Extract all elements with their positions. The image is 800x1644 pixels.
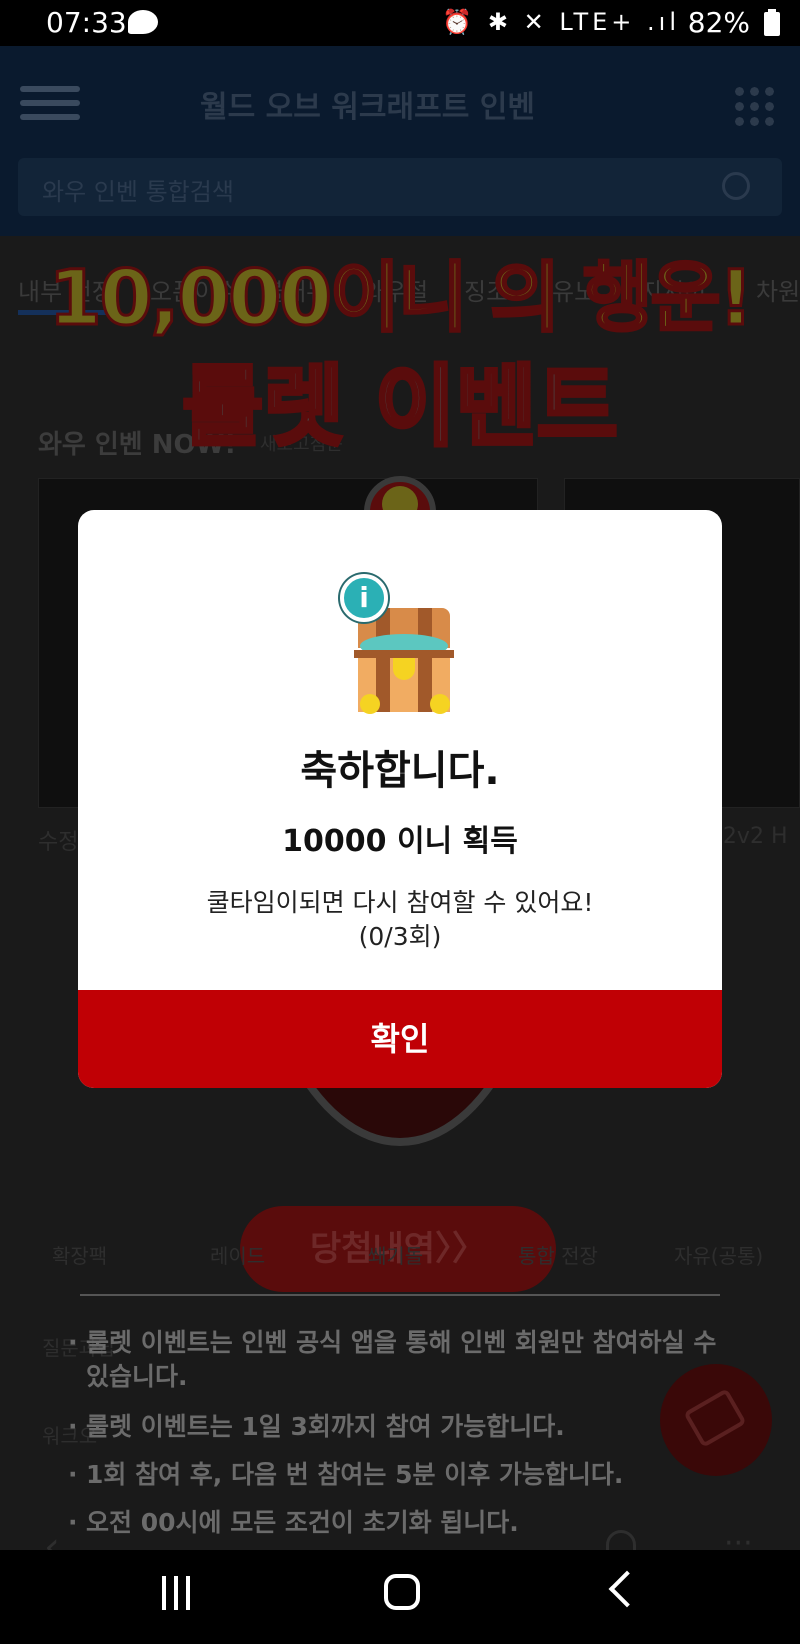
search-placeholder: 와우 인벤 통합검색 [42,178,234,206]
treasure-chest-icon: i [308,574,508,716]
status-icons: ⏰ ✱ ✕ LTE+ .ıl [442,8,680,36]
event-notice: 룰렛 이벤트는 인벤 공식 앱을 통해 인벤 회원만 참여하실 수 있습니다. [68,1326,726,1394]
grid-menu-icon[interactable] [732,84,776,128]
board-tabs: 확장팩 레이드 쐐기돌 통합 전장 자유(공통) [0,1240,800,1280]
system-nav-bar [0,1550,800,1644]
event-title-line2: 룰렛 이벤트 [180,353,619,460]
board-tab[interactable]: 자유(공통) [674,1240,763,1269]
event-notice: 룰렛 이벤트는 1일 3회까지 참여 가능합니다. [68,1410,726,1444]
board-tab[interactable]: 통합 전장 [518,1240,598,1269]
board-tab[interactable]: 확장팩 [52,1240,107,1269]
dialog-message: 쿨타임이되면 다시 참여할 수 있어요! (0/3회) [78,886,722,954]
search-input[interactable]: 와우 인벤 통합검색 [18,158,782,216]
dialog-title: 축하합니다. [300,748,500,794]
more-icon[interactable]: ··· [724,1526,753,1550]
back-chevron-icon[interactable]: ‹ [44,1524,60,1550]
divider [80,1294,720,1296]
board-tab[interactable]: 쐐기돌 [368,1240,423,1269]
info-icon: i [340,574,388,622]
back-button[interactable] [608,1570,646,1608]
app-title: 월드 오브 워크래프트 인벤 [200,90,535,125]
app-header: 월드 오브 워크래프트 인벤 와우 인벤 통합검색 [0,46,800,236]
confirm-button[interactable]: 확인 [78,990,722,1088]
search-icon[interactable] [722,172,750,200]
home-button[interactable] [384,1574,420,1610]
news-card-caption[interactable]: 수정 [38,824,78,856]
chat-notification-icon [128,10,158,34]
bell-icon[interactable] [606,1530,636,1550]
reward-text: 10000 이니 획득 [282,824,518,859]
cooldown-message: 쿨타임이되면 다시 참여할 수 있어요! [206,888,594,917]
reward-dialog: i 축하합니다. 10000 이니 획득 쿨타임이되면 다시 참여할 수 있어요… [78,510,722,1088]
recent-apps-button[interactable] [160,1576,194,1610]
menu-icon[interactable] [20,86,80,120]
status-bar: 07:33 ⏰ ✱ ✕ LTE+ .ıl 82% [0,0,800,46]
attempt-count: (0/3회) [358,922,442,951]
battery-icon [764,9,780,36]
event-notice: 1회 참여 후, 다음 번 참여는 5분 이후 가능합니다. [68,1458,726,1492]
event-title-line1: 10,000이니 의 행운! [47,252,754,344]
board-tab[interactable]: 레이드 [210,1240,265,1269]
status-time: 07:33 [46,6,127,39]
app-bottom-bar: ‹ ··· [0,1520,800,1550]
battery-percentage: 82% [687,6,750,39]
